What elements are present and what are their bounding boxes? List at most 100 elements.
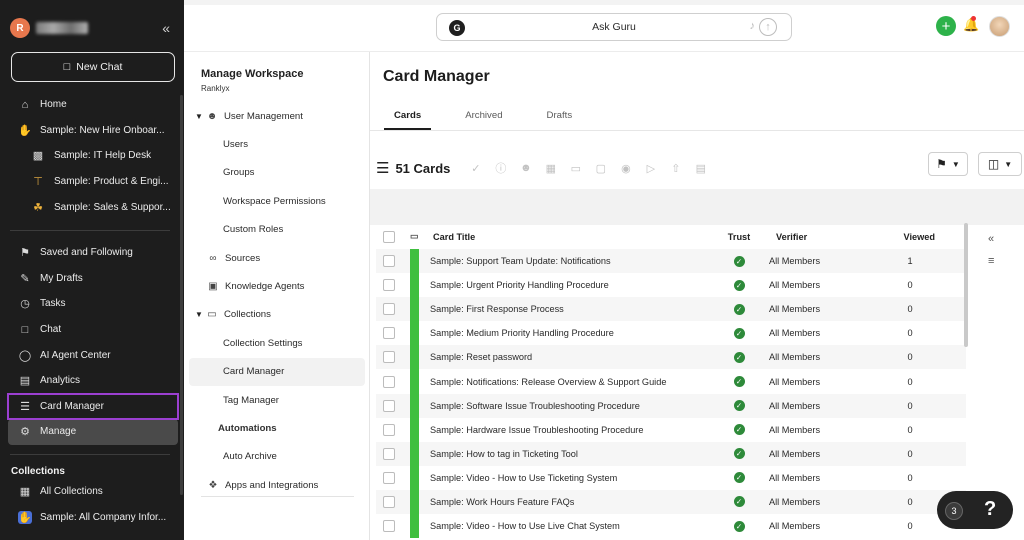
sidebar-item-my-drafts[interactable]: ✎ My Drafts — [8, 266, 178, 292]
collapse-sidebar-icon[interactable]: « — [162, 20, 170, 36]
card-title-cell[interactable]: Sample: Video - How to Use Ticketing Sys… — [430, 473, 715, 483]
ws-item-auto-archive[interactable]: Auto Archive — [189, 443, 365, 471]
card-title-cell[interactable]: Sample: Urgent Priority Handling Procedu… — [430, 280, 715, 290]
ws-item-custom-roles[interactable]: Custom Roles — [189, 216, 365, 244]
card-title-cell[interactable]: Sample: Hardware Issue Troubleshooting P… — [430, 425, 715, 435]
row-checkbox[interactable] — [383, 327, 395, 340]
table-row[interactable]: Sample: Notifications: Release Overview … — [376, 369, 966, 394]
user-avatar[interactable] — [989, 16, 1010, 37]
table-row[interactable]: Sample: Urgent Priority Handling Procedu… — [376, 273, 966, 298]
sidebar-item-label: Chat — [40, 324, 62, 336]
card-title-cell[interactable]: Sample: Support Team Update: Notificatio… — [430, 256, 715, 266]
avatar[interactable]: R — [10, 18, 30, 38]
column-card-title[interactable]: Card Title — [430, 232, 715, 242]
table-scrollbar[interactable] — [964, 223, 968, 347]
card-title-cell[interactable]: Sample: Work Hours Feature FAQs — [430, 497, 715, 507]
row-checkbox[interactable] — [383, 255, 395, 268]
card-title-cell[interactable]: Sample: How to tag in Ticketing Tool — [430, 449, 715, 459]
card-title-cell[interactable]: Sample: Video - How to Use Live Chat Sys… — [430, 521, 715, 531]
sidebar-item-it-help-desk[interactable]: ▩ Sample: IT Help Desk — [8, 143, 178, 169]
row-checkbox[interactable] — [383, 303, 395, 316]
help-button[interactable]: ? — [984, 498, 996, 521]
book-icon[interactable]: ▭ — [566, 162, 585, 175]
ws-item-workspace-permissions[interactable]: Workspace Permissions — [189, 187, 365, 215]
table-row[interactable]: Sample: Medium Priority Handling Procedu… — [376, 321, 966, 346]
table-row[interactable]: Sample: Video - How to Use Ticketing Sys… — [376, 465, 966, 490]
verifier-cell: All Members — [769, 400, 821, 411]
sidebar-item-product-engineering[interactable]: ⊤ Sample: Product & Engi... — [8, 169, 178, 195]
ws-item-card-manager[interactable]: Card Manager — [189, 357, 365, 386]
sidebar-item-new-hire-onboarding[interactable]: ✋ Sample: New Hire Onboar... — [8, 118, 178, 144]
card-title-cell[interactable]: Sample: First Response Process — [430, 304, 715, 314]
lock-icon[interactable]: ◉ — [616, 162, 635, 175]
ws-item-users[interactable]: Users — [189, 130, 365, 158]
calendar-icon[interactable]: ▦ — [541, 162, 560, 175]
folder-icon[interactable]: ▢ — [591, 162, 610, 175]
info-icon[interactable]: ⓘ — [491, 160, 510, 176]
help-badge[interactable]: 3 — [945, 502, 963, 520]
sidebar-item-card-manager[interactable]: ☰ Card Manager — [7, 392, 179, 421]
table-row[interactable]: Sample: Support Team Update: Notificatio… — [376, 249, 966, 274]
table-row[interactable]: Sample: Work Hours Feature FAQs ✓ All Memb… — [376, 489, 966, 515]
status-bar — [410, 393, 419, 418]
row-checkbox[interactable] — [383, 447, 395, 460]
ws-item-knowledge-agents[interactable]: ▣ Knowledge Agents — [189, 272, 365, 300]
ws-item-tag-manager[interactable]: Tag Manager — [189, 386, 365, 414]
share-icon[interactable]: ⇧ — [666, 162, 685, 175]
sidebar-item-all-collections[interactable]: ▦ All Collections — [8, 479, 178, 505]
collapse-panel-icon[interactable]: « — [988, 233, 994, 245]
column-trust[interactable]: Trust — [715, 232, 763, 242]
sidebar-item-all-company-info[interactable]: ✋ Sample: All Company Infor... — [8, 505, 178, 531]
tab-drafts[interactable]: Drafts — [537, 108, 583, 130]
column-viewed[interactable]: Viewed — [883, 232, 937, 242]
mic-icon[interactable]: ♪ — [750, 20, 756, 32]
row-checkbox[interactable] — [383, 520, 395, 533]
card-title-cell[interactable]: Sample: Reset password — [430, 352, 715, 362]
ws-item-sources[interactable]: ∞ Sources — [189, 244, 365, 272]
column-verifier[interactable]: Verifier — [763, 232, 883, 242]
row-checkbox[interactable] — [383, 279, 395, 292]
new-chat-button[interactable]: □ New Chat — [11, 52, 175, 82]
card-title-cell[interactable]: Sample: Software Issue Troubleshooting P… — [430, 401, 715, 411]
columns-dropdown[interactable]: ◫ ▼ — [978, 152, 1022, 176]
card-title-cell[interactable]: Sample: Medium Priority Handling Procedu… — [430, 328, 715, 338]
table-row[interactable]: Sample: Hardware Issue Troubleshooting P… — [376, 417, 966, 442]
row-checkbox[interactable] — [383, 375, 395, 388]
sidebar-item-ai-agent-center[interactable]: ◯ AI Agent Center — [8, 342, 178, 368]
row-checkbox[interactable] — [383, 423, 395, 436]
archive-icon[interactable]: ▤ — [691, 162, 710, 175]
table-row[interactable]: Sample: First Response Process ✓ All Membe… — [376, 297, 966, 322]
sidebar-item-tasks[interactable]: ◷ Tasks — [8, 291, 178, 317]
saved-views-dropdown[interactable]: ⚑ ▼ — [928, 152, 968, 176]
row-checkbox[interactable] — [383, 471, 395, 484]
ws-item-collections[interactable]: ▼ ▭ Collections — [189, 301, 365, 329]
ws-item-user-management[interactable]: ▼ ☻ User Management — [189, 102, 365, 130]
ws-item-groups[interactable]: Groups — [189, 159, 365, 187]
ws-item-collection-settings[interactable]: Collection Settings — [189, 329, 365, 357]
select-all-checkbox[interactable] — [383, 231, 395, 243]
filter-icon[interactable]: ≡ — [988, 255, 994, 267]
sidebar-item-home[interactable]: ⌂ Home — [8, 92, 178, 118]
sidebar-item-manage[interactable]: ⚙ Manage — [8, 419, 178, 445]
create-button[interactable]: + — [936, 16, 956, 36]
sidebar-item-saved-following[interactable]: ⚑ Saved and Following — [8, 240, 178, 266]
table-row[interactable]: Sample: Video - How to Use Live Chat Sys… — [376, 514, 966, 539]
send-arrow-icon[interactable]: ↑ — [759, 18, 777, 36]
ask-guru-search[interactable]: G Ask Guru ♪ ↑ — [436, 13, 792, 41]
tab-archived[interactable]: Archived — [455, 108, 512, 130]
table-row[interactable]: Sample: Reset password ✓ All Members 0 — [376, 345, 966, 370]
tag-icon[interactable]: ▷ — [641, 162, 660, 175]
sidebar-scrollbar[interactable] — [180, 95, 183, 495]
card-title-cell[interactable]: Sample: Notifications: Release Overview … — [430, 377, 715, 387]
table-row[interactable]: Sample: Software Issue Troubleshooting P… — [376, 393, 966, 418]
row-checkbox[interactable] — [383, 495, 395, 508]
row-checkbox[interactable] — [383, 399, 395, 412]
verify-icon[interactable]: ✓ — [466, 162, 485, 175]
sidebar-item-sales-support[interactable]: ☘ Sample: Sales & Suppor... — [8, 194, 178, 220]
sidebar-item-chat[interactable]: □ Chat — [8, 317, 178, 343]
assign-user-icon[interactable]: ☻ — [516, 162, 535, 174]
sidebar-item-analytics[interactable]: ▤ Analytics — [8, 368, 178, 394]
row-checkbox[interactable] — [383, 351, 395, 364]
tab-cards[interactable]: Cards — [384, 108, 432, 130]
table-row[interactable]: Sample: How to tag in Ticketing Tool ✓ All… — [376, 441, 966, 466]
